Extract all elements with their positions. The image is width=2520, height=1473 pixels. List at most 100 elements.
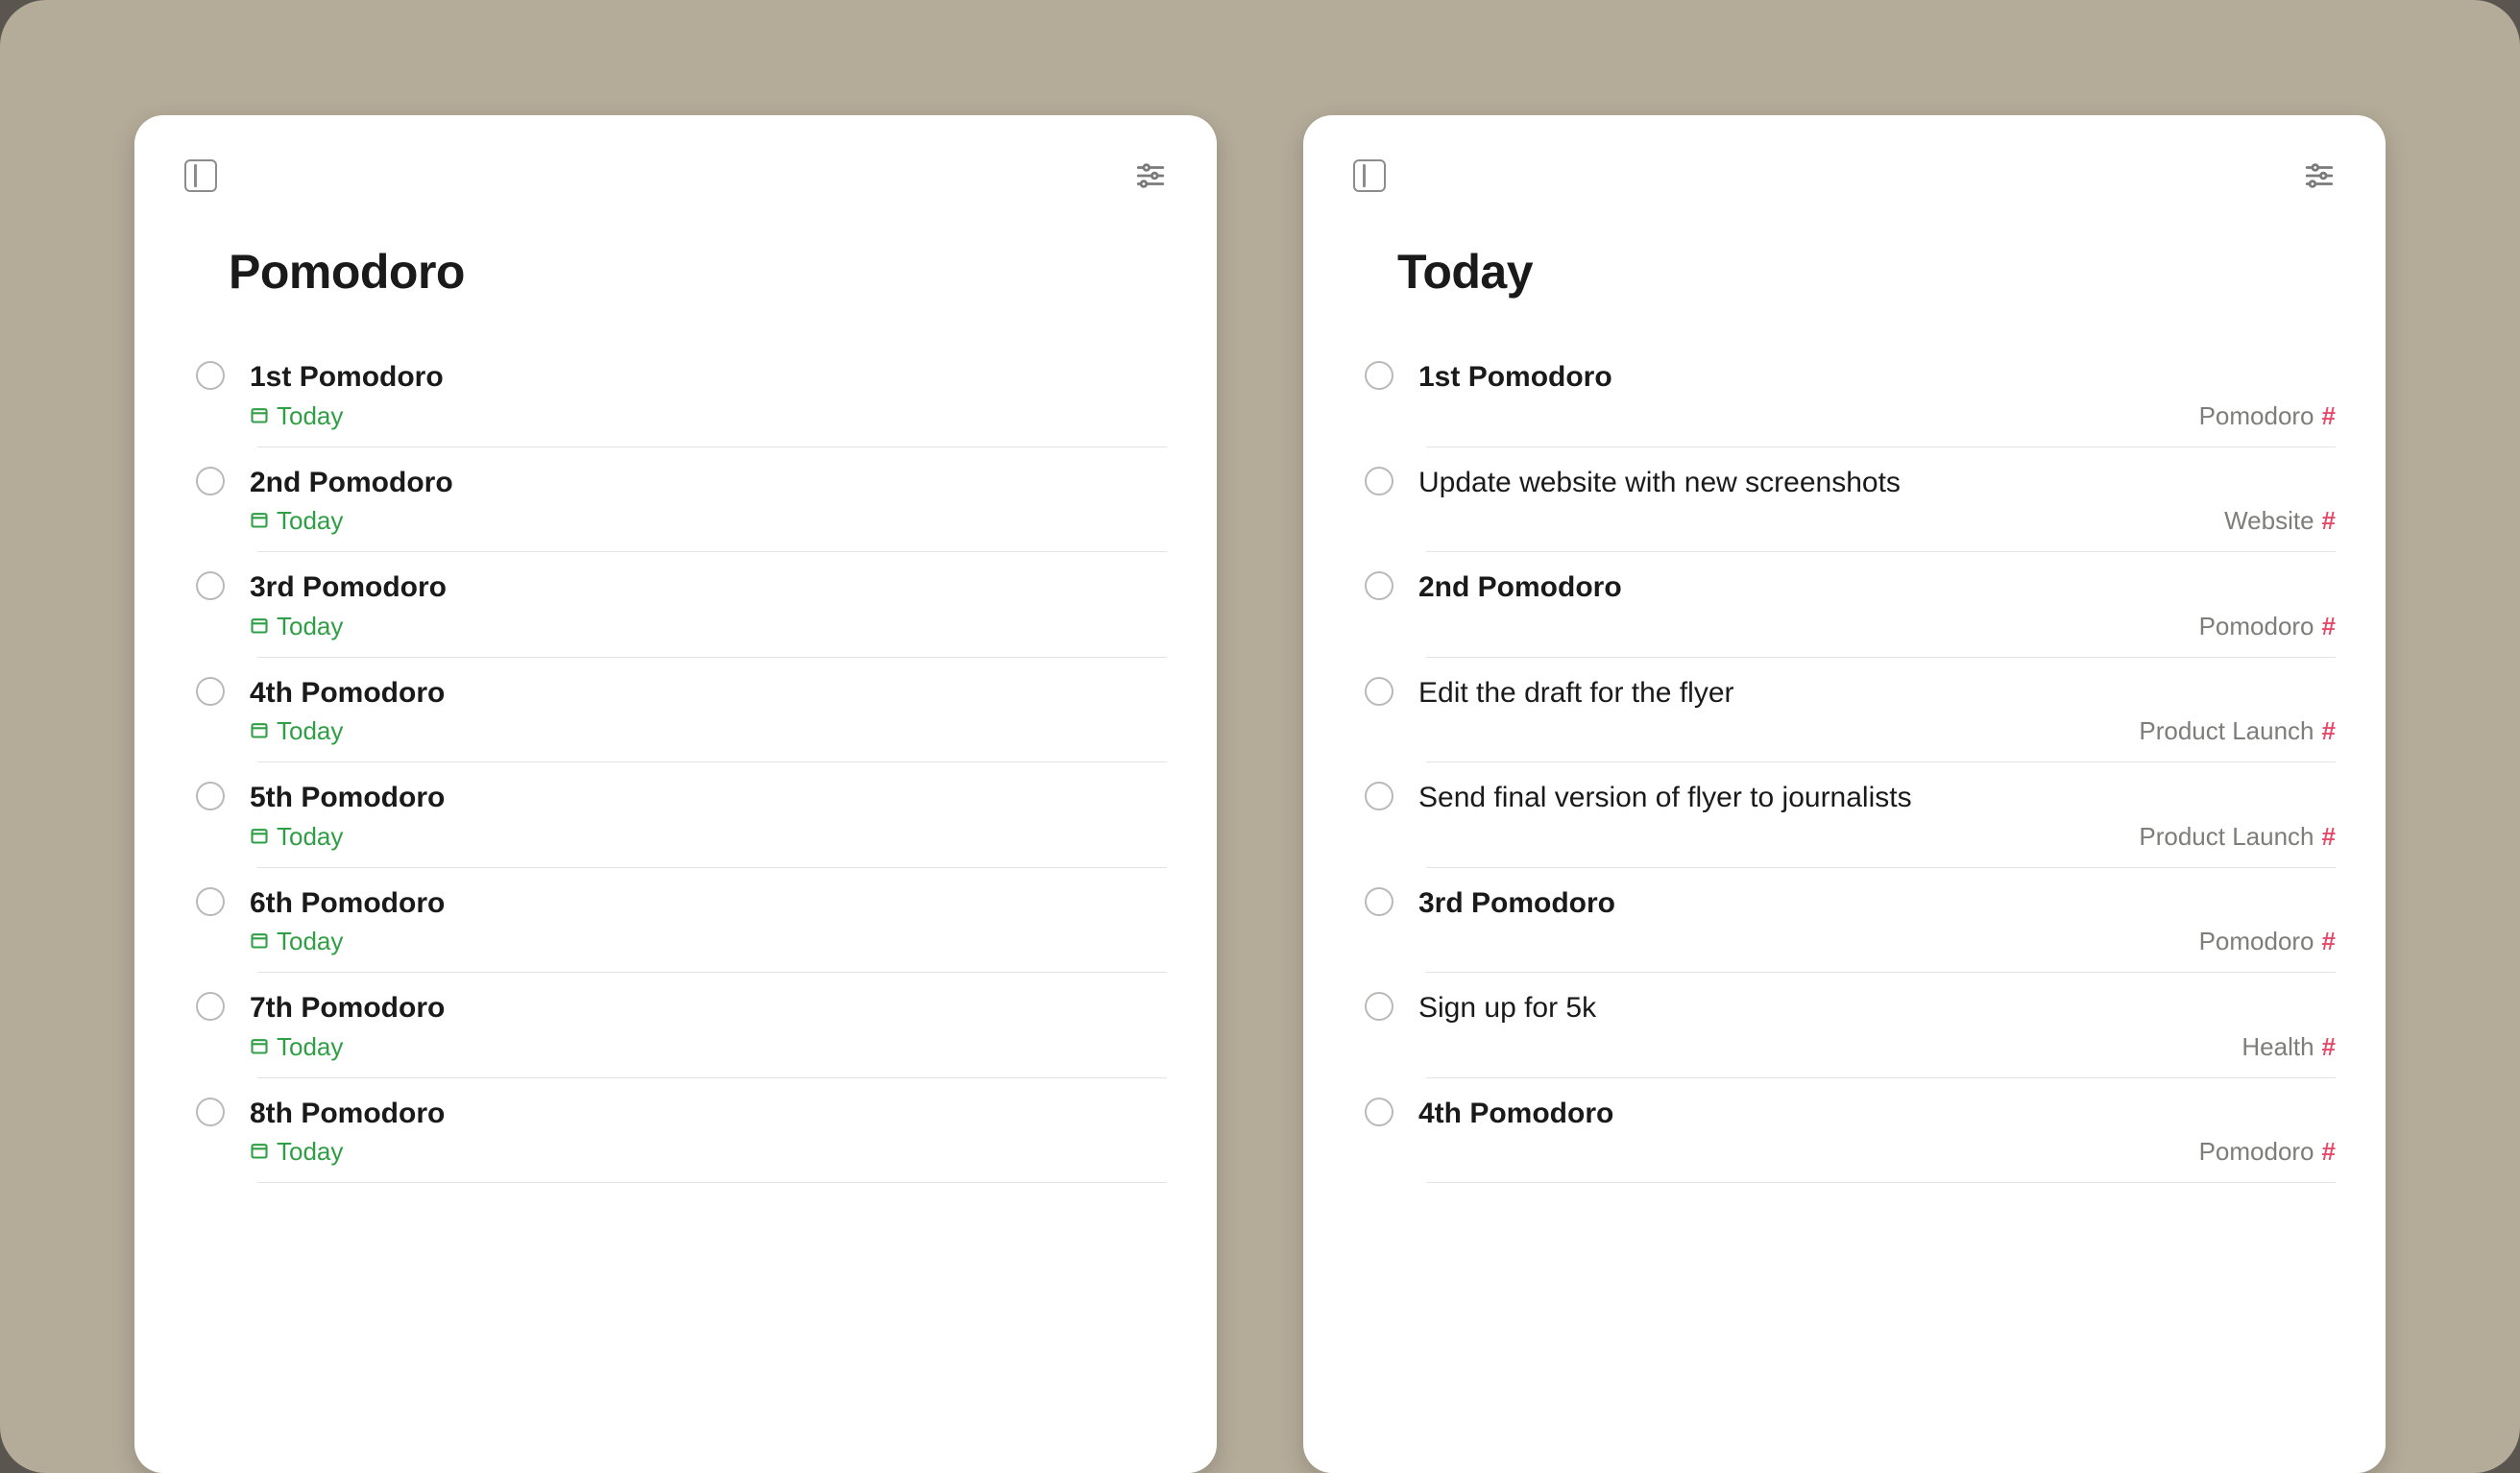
task-title: Send final version of flyer to journalis… — [1418, 780, 2336, 816]
task-title: 7th Pomodoro — [250, 990, 1167, 1026]
task-body: 3rd Pomodoro Today — [250, 569, 1167, 641]
task-row[interactable]: 8th PomodoroToday — [196, 1078, 1167, 1183]
task-title: 3rd Pomodoro — [250, 569, 1167, 606]
task-title: 3rd Pomodoro — [1418, 885, 2336, 922]
task-checkbox[interactable] — [1365, 677, 1393, 706]
project-label: Pomodoro — [2199, 401, 2314, 431]
task-body: 5th Pomodoro Today — [250, 780, 1167, 852]
view-options-icon[interactable] — [1134, 159, 1167, 192]
task-checkbox[interactable] — [196, 467, 225, 495]
today-card: Today 1st PomodoroPomodoro#Update websit… — [1303, 115, 2386, 1473]
task-date-label: Today — [277, 612, 343, 641]
task-checkbox[interactable] — [196, 677, 225, 706]
task-project: Product Launch # — [1418, 822, 2336, 852]
task-body: Update website with new screenshots Websi… — [1418, 465, 2336, 537]
task-date-label: Today — [277, 822, 343, 852]
page-title: Today — [1353, 244, 2336, 300]
task-title: 2nd Pomodoro — [1418, 569, 2336, 606]
task-checkbox[interactable] — [1365, 467, 1393, 495]
calendar-icon — [250, 612, 269, 641]
task-body: 6th PomodoroToday — [250, 885, 1167, 957]
task-row[interactable]: Send final version of flyer to journalis… — [1365, 762, 2336, 867]
project-label: Product Launch — [2139, 822, 2314, 852]
task-checkbox[interactable] — [1365, 361, 1393, 390]
task-body: 8th PomodoroToday — [250, 1096, 1167, 1168]
calendar-icon — [250, 716, 269, 746]
calendar-icon — [250, 927, 269, 956]
task-row[interactable]: Sign up for 5kHealth# — [1365, 973, 2336, 1077]
page-title: Pomodoro — [184, 244, 1167, 300]
task-checkbox[interactable] — [196, 782, 225, 810]
task-checkbox[interactable] — [1365, 782, 1393, 810]
task-project: Website# — [1418, 506, 2336, 536]
hash-icon: # — [2322, 1137, 2336, 1167]
task-row[interactable]: 3rd Pomodoro Today — [196, 552, 1167, 657]
task-checkbox[interactable] — [196, 361, 225, 390]
task-title: Update website with new screenshots — [1418, 465, 2336, 501]
task-date: Today — [250, 716, 1167, 746]
task-row[interactable]: 4th Pomodoro Today — [196, 658, 1167, 762]
hash-icon: # — [2322, 927, 2336, 956]
task-row[interactable]: 4th PomodoroPomodoro# — [1365, 1078, 2336, 1183]
task-date: Today — [250, 822, 1167, 852]
task-row[interactable]: Update website with new screenshots Websi… — [1365, 447, 2336, 552]
task-checkbox[interactable] — [1365, 887, 1393, 916]
task-title: Edit the draft for the flyer — [1418, 675, 2336, 712]
task-list: 1st PomodoroPomodoro#Update website with… — [1353, 342, 2336, 1183]
task-row[interactable]: 1st Pomodoro Today — [196, 342, 1167, 447]
task-checkbox[interactable] — [196, 992, 225, 1021]
hash-icon: # — [2322, 822, 2336, 852]
hash-icon: # — [2322, 612, 2336, 641]
task-project: Pomodoro # — [1418, 401, 2336, 431]
task-body: Sign up for 5kHealth# — [1418, 990, 2336, 1062]
task-checkbox[interactable] — [1365, 1098, 1393, 1126]
task-checkbox[interactable] — [196, 571, 225, 600]
task-body: 1st PomodoroPomodoro# — [1418, 359, 2336, 431]
hash-icon: # — [2322, 401, 2336, 431]
calendar-icon — [250, 822, 269, 852]
task-title: 4th Pomodoro — [250, 675, 1167, 712]
task-project: Pomodoro# — [1418, 612, 2336, 641]
task-checkbox[interactable] — [196, 887, 225, 916]
pomodoro-card: Pomodoro 1st Pomodoro Today 2nd Pomodoro To… — [134, 115, 1217, 1473]
task-title: 5th Pomodoro — [250, 780, 1167, 816]
task-row[interactable]: 6th PomodoroToday — [196, 868, 1167, 973]
task-checkbox[interactable] — [1365, 571, 1393, 600]
task-body: 4th Pomodoro Today — [250, 675, 1167, 747]
task-date-label: Today — [277, 716, 343, 746]
task-date: Today — [250, 1032, 1167, 1062]
task-date-label: Today — [277, 1032, 343, 1062]
sidebar-toggle-icon[interactable] — [184, 159, 217, 192]
view-options-icon[interactable] — [2303, 159, 2336, 192]
calendar-icon — [250, 401, 269, 431]
task-row[interactable]: 5th Pomodoro Today — [196, 762, 1167, 867]
card-header — [184, 159, 1167, 192]
task-project: Product Launch # — [1418, 716, 2336, 746]
task-date-label: Today — [277, 506, 343, 536]
task-date: Today — [250, 927, 1167, 956]
task-row[interactable]: 2nd Pomodoro Pomodoro# — [1365, 552, 2336, 657]
hash-icon: # — [2322, 716, 2336, 746]
task-row[interactable]: Edit the draft for the flyer Product Laun… — [1365, 658, 2336, 762]
task-row[interactable]: 7th Pomodoro Today — [196, 973, 1167, 1077]
project-label: Website — [2224, 506, 2314, 536]
task-checkbox[interactable] — [1365, 992, 1393, 1021]
project-label: Health — [2241, 1032, 2314, 1062]
project-label: Pomodoro — [2199, 1137, 2314, 1167]
task-title: 2nd Pomodoro — [250, 465, 1167, 501]
task-checkbox[interactable] — [196, 1098, 225, 1126]
app-frame: Pomodoro 1st Pomodoro Today 2nd Pomodoro To… — [0, 0, 2520, 1473]
task-project: Health# — [1418, 1032, 2336, 1062]
project-label: Pomodoro — [2199, 927, 2314, 956]
task-project: Pomodoro # — [1418, 1137, 2336, 1167]
task-row[interactable]: 1st PomodoroPomodoro# — [1365, 342, 2336, 447]
sidebar-toggle-icon[interactable] — [1353, 159, 1386, 192]
task-row[interactable]: 3rd Pomodoro Pomodoro # — [1365, 868, 2336, 973]
divider — [1426, 1182, 2336, 1183]
task-title: 1st Pomodoro — [250, 359, 1167, 396]
task-row[interactable]: 2nd Pomodoro Today — [196, 447, 1167, 552]
task-date: Today — [250, 1137, 1167, 1167]
task-date: Today — [250, 401, 1167, 431]
project-label: Product Launch — [2139, 716, 2314, 746]
task-body: 1st Pomodoro Today — [250, 359, 1167, 431]
